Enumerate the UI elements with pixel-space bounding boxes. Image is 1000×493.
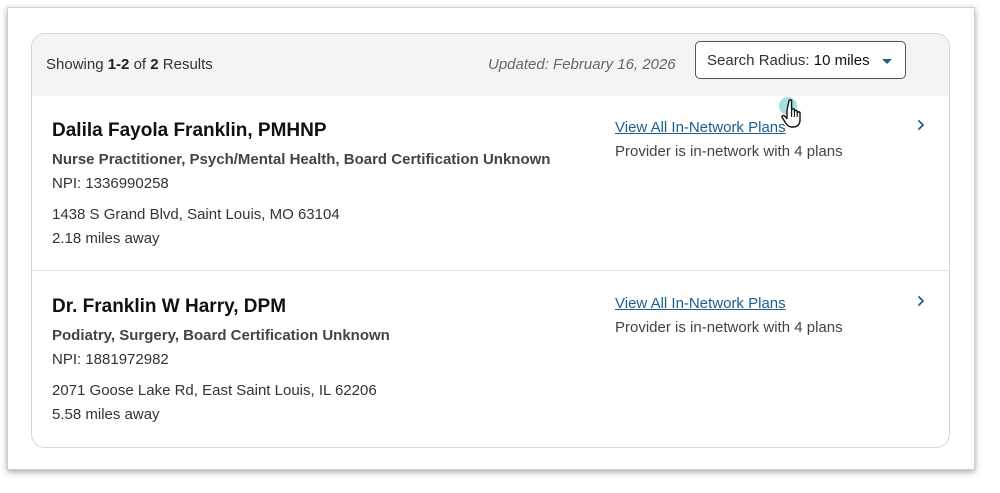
provider-address: 1438 S Grand Blvd, Saint Louis, MO 63104 (52, 206, 340, 223)
provider-result[interactable]: Dalila Fayola Franklin, PMHNP Nurse Prac… (32, 96, 949, 271)
provider-distance: 5.58 miles away (52, 406, 160, 423)
provider-distance: 2.18 miles away (52, 230, 160, 247)
updated-date: Updated: February 16, 2026 (488, 56, 676, 73)
results-header: Showing 1-2 of 2 Results Updated: Februa… (32, 34, 949, 96)
provider-npi: NPI: 1881972982 (52, 351, 169, 368)
showing-range: 1-2 (107, 56, 130, 73)
showing-prefix: Showing (46, 56, 108, 73)
in-network-status: Provider is in-network with 4 plans (615, 143, 843, 160)
caret-down-icon (882, 59, 892, 64)
chevron-right-icon[interactable] (914, 294, 928, 308)
showing-suffix: Results (158, 56, 213, 73)
provider-npi: NPI: 1336990258 (52, 175, 169, 192)
provider-result[interactable]: Dr. Franklin W Harry, DPM Podiatry, Surg… (32, 272, 949, 446)
provider-address: 2071 Goose Lake Rd, East Saint Louis, IL… (52, 382, 377, 399)
provider-specialty: Nurse Practitioner, Psych/Mental Health,… (52, 151, 551, 168)
in-network-status: Provider is in-network with 4 plans (615, 319, 843, 336)
app-window: Showing 1-2 of 2 Results Updated: Februa… (7, 7, 975, 470)
showing-of: of (129, 56, 151, 73)
provider-name: Dalila Fayola Franklin, PMHNP (52, 120, 327, 141)
chevron-right-icon[interactable] (914, 118, 928, 132)
view-in-network-plans-link[interactable]: View All In-Network Plans (615, 295, 786, 312)
provider-specialty: Podiatry, Surgery, Board Certification U… (52, 327, 390, 344)
provider-name: Dr. Franklin W Harry, DPM (52, 296, 287, 317)
showing-total: 2 (150, 56, 159, 73)
search-radius-dropdown[interactable]: Search Radius: 10 miles (695, 41, 906, 79)
search-radius-label: Search Radius: (707, 52, 814, 69)
search-radius-value: 10 miles (813, 52, 870, 69)
view-in-network-plans-link[interactable]: View All In-Network Plans (615, 119, 786, 136)
results-count: Showing 1-2 of 2 Results (46, 56, 213, 73)
results-panel: Showing 1-2 of 2 Results Updated: Februa… (31, 33, 950, 448)
